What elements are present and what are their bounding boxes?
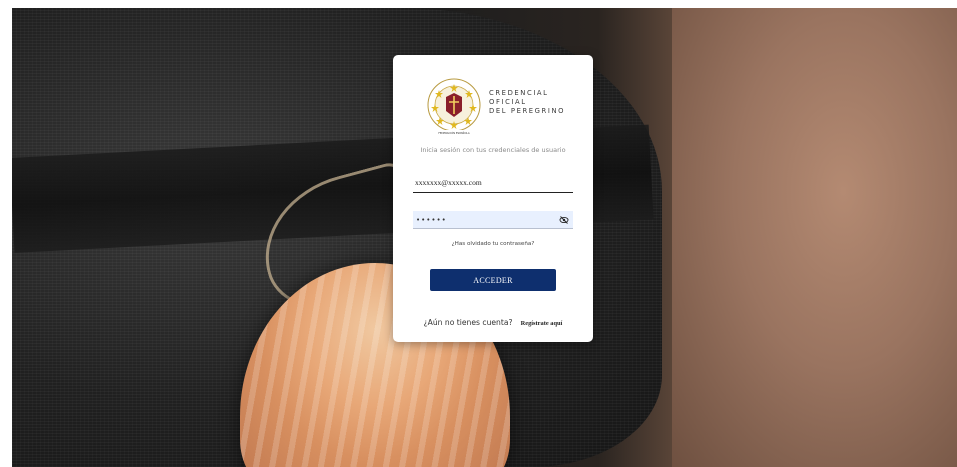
background-skin (672, 8, 957, 467)
login-button[interactable]: ACCEDER (430, 269, 556, 291)
pilgrim-seal-logo-icon: FEDERACIÓN ESPAÑOLA (427, 78, 481, 135)
page: FEDERACIÓN ESPAÑOLA CREDENCIAL OFICIAL D… (0, 0, 957, 467)
logo-line-credencial: CREDENCIAL (489, 89, 549, 97)
credencial-logo: FEDERACIÓN ESPAÑOLA CREDENCIAL OFICIAL D… (424, 77, 564, 139)
login-card: FEDERACIÓN ESPAÑOLA CREDENCIAL OFICIAL D… (393, 55, 593, 342)
password-field-wrapper (413, 211, 573, 229)
logo-text: CREDENCIAL OFICIAL DEL PEREGRINO (489, 89, 569, 116)
email-field[interactable] (413, 173, 573, 193)
eye-off-icon[interactable] (559, 215, 569, 225)
logo-line-oficial: OFICIAL (489, 98, 527, 106)
logo-line-del-peregrino: DEL PEREGRINO (489, 107, 566, 115)
login-subtitle: Inicia sesión con tus credenciales de us… (420, 146, 566, 154)
password-field[interactable] (413, 211, 553, 228)
register-link[interactable]: Regístrate aquí (521, 320, 563, 327)
forgot-password-link[interactable]: ¿Has olvidado tu contraseña? (393, 241, 593, 247)
register-prompt: ¿Aún no tienes cuenta? (423, 318, 513, 327)
register-row: ¿Aún no tienes cuenta? Regístrate aquí (393, 310, 593, 329)
